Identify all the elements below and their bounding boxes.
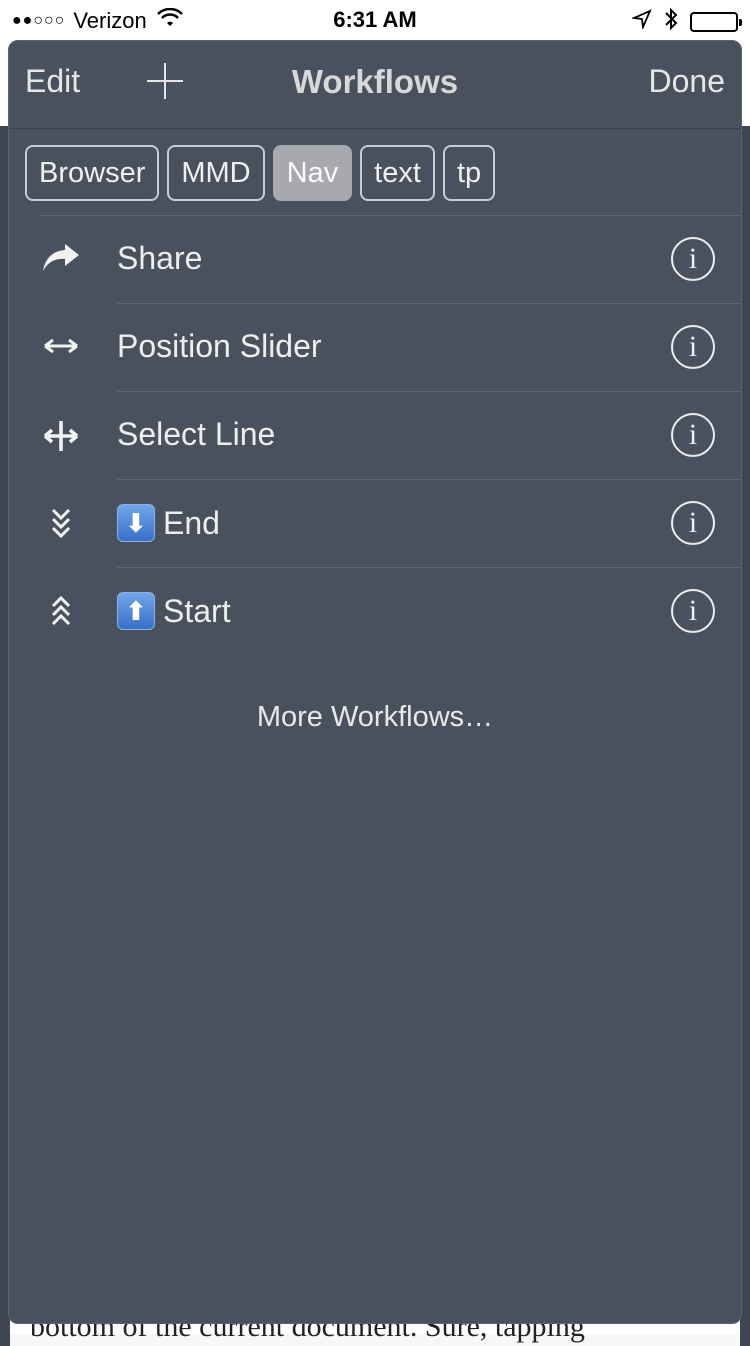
info-icon[interactable]: i (671, 501, 715, 545)
double-arrow-icon (41, 330, 81, 366)
navigation-bar: Edit Workflows Done (9, 41, 741, 129)
tag-browser[interactable]: Browser (25, 145, 160, 201)
tag-text[interactable]: text (360, 145, 435, 201)
move-cross-icon (41, 418, 81, 454)
tag-tp[interactable]: tp (442, 145, 496, 201)
tag-nav[interactable]: Nav (272, 145, 353, 201)
info-icon[interactable]: i (671, 237, 715, 281)
up-arrow-emoji: ⬆ (117, 592, 155, 630)
status-bar: ●●○○○ Verizon 6:31 AM (0, 0, 750, 40)
workflow-row-start[interactable]: ⬆ Start i (9, 568, 741, 656)
workflow-row-end[interactable]: ⬇ End i (9, 480, 741, 568)
bluetooth-icon (664, 7, 678, 37)
workflow-row-share[interactable]: Share i (9, 216, 741, 304)
share-arrow-icon (41, 242, 81, 278)
chevrons-down-icon (41, 506, 81, 542)
info-icon[interactable]: i (671, 413, 715, 457)
chevrons-up-icon (41, 594, 81, 630)
info-icon[interactable]: i (671, 325, 715, 369)
workflows-sheet: Edit Workflows Done Browser MMD Nav text… (8, 40, 742, 1324)
location-icon (630, 9, 652, 35)
page-title: Workflows (291, 63, 459, 100)
workflow-label: End (163, 504, 220, 541)
info-icon[interactable]: i (671, 589, 715, 633)
down-arrow-emoji: ⬇ (117, 504, 155, 542)
done-button[interactable]: Done (649, 63, 726, 100)
battery-icon (690, 12, 742, 32)
workflow-label: Select Line (117, 416, 276, 452)
workflow-label: Position Slider (117, 328, 322, 364)
tag-filter-bar: Browser MMD Nav text tp (25, 145, 496, 201)
workflow-label: Start (163, 592, 231, 629)
tag-mmd[interactable]: MMD (167, 145, 265, 201)
more-workflows-link[interactable]: More Workflows… (9, 701, 741, 734)
workflow-label: Share (117, 240, 203, 276)
workflow-list: Share i Position Slider i Select Line i (9, 216, 741, 656)
workflow-row-select-line[interactable]: Select Line i (9, 392, 741, 480)
workflow-row-position-slider[interactable]: Position Slider i (9, 304, 741, 392)
